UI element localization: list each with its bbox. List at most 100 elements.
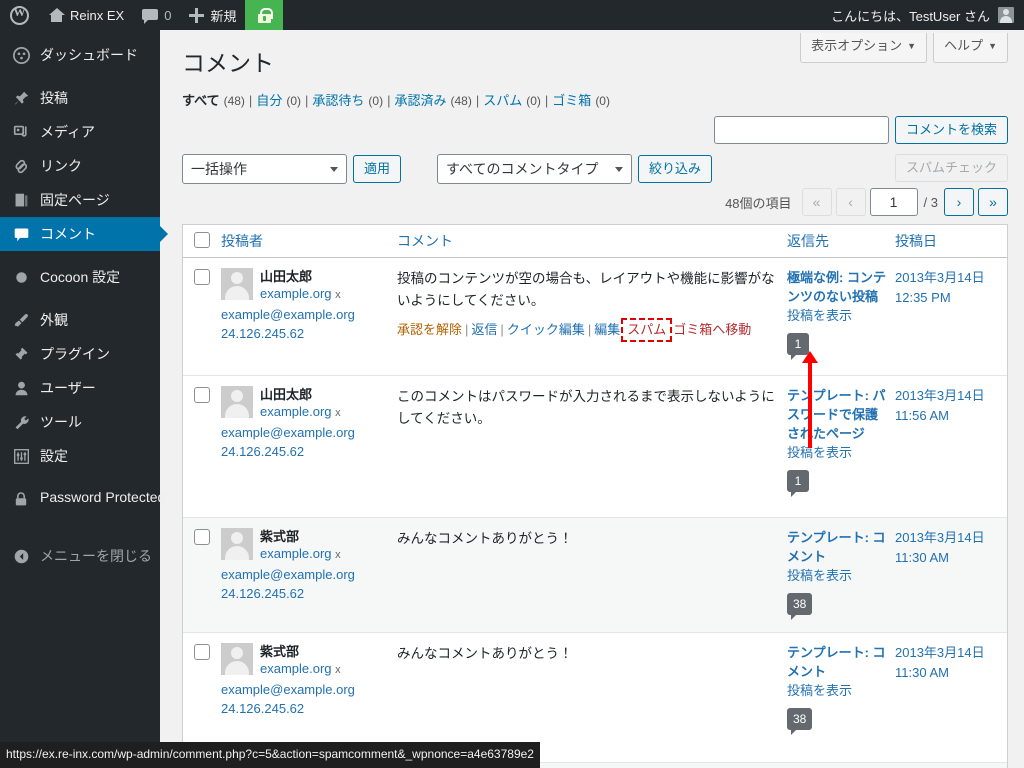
password-protected-status-button[interactable] [245,0,284,30]
apply-bulk-action-button[interactable]: 適用 [353,155,402,183]
date-day[interactable]: 2013年3月14日 [895,386,999,406]
reply-link[interactable]: 返信 [471,322,497,337]
bulk-action-select-wrap[interactable]: 一括操作 [182,154,347,184]
collapse-arrow-icon [11,546,31,566]
current-page-input[interactable] [869,188,918,216]
filter-item-all[interactable]: すべて (48) | [182,91,256,111]
row-checkbox[interactable] [194,269,210,285]
view-post-link[interactable]: 投稿を表示 [787,306,889,326]
author-email[interactable]: example@example.org [221,304,381,324]
filter-item-spam[interactable]: スパム (0) | [483,91,552,111]
sidebar-item-settings[interactable]: 設定 [0,439,160,473]
spam-link[interactable]: スパム [627,322,666,337]
sidebar-item-links[interactable]: リンク [0,149,160,183]
view-post-link[interactable]: 投稿を表示 [787,443,889,463]
filter-item-pending[interactable]: 承認待ち (0) | [312,91,394,111]
wordpress-logo-button[interactable] [0,0,39,30]
row-checkbox[interactable] [194,644,210,660]
row-select-cell[interactable] [183,376,221,517]
quick-edit-link[interactable]: クイック編集 [507,322,585,337]
sidebar-item-plugins[interactable]: プラグイン [0,337,160,371]
next-page-button[interactable]: › [944,188,974,216]
sidebar-item-comments[interactable]: コメント [0,217,168,251]
sidebar-item-tools[interactable]: ツール [0,405,160,439]
date-day[interactable]: 2013年3月14日 [895,528,999,548]
filter-link[interactable]: スパム [483,91,522,111]
author-email[interactable]: example@example.org [221,422,381,442]
filter-link[interactable]: 承認済み [394,91,446,111]
author-email[interactable]: example@example.org [221,679,381,699]
filter-item-mine[interactable]: 自分 (0) | [256,91,312,111]
row-select-cell[interactable] [183,518,221,632]
filter-item-approved[interactable]: 承認済み (48) | [394,91,483,111]
author-ip[interactable]: 24.126.245.62 [221,699,381,718]
reply-to-post-title[interactable]: テンプレート: パスワードで保護されたページ [787,386,889,443]
column-header-author[interactable]: 投稿者 [221,221,391,261]
filter-link[interactable]: ゴミ箱 [552,91,591,111]
sidebar-item-users[interactable]: ユーザー [0,371,160,405]
author-ip[interactable]: 24.126.245.62 [221,442,381,461]
filter-link[interactable]: 自分 [256,91,282,111]
comment-count-bubble[interactable]: 38 [787,708,813,735]
reply-to-post-title[interactable]: テンプレート: コメント [787,528,889,566]
filter-submit-button[interactable]: 絞り込み [638,155,713,183]
last-page-button[interactable]: » [978,188,1008,216]
author-site[interactable]: example.org x [260,545,341,564]
reply-to-post-title[interactable]: 極端な例: コンテンツのない投稿 [787,268,889,306]
new-content-button[interactable]: 新規 [180,0,245,30]
author-ip[interactable]: 24.126.245.62 [221,584,381,603]
reply-to-post-title[interactable]: テンプレート: コメント [787,643,889,681]
date-time[interactable]: 11:56 AM [895,406,999,426]
sidebar-item-posts[interactable]: 投稿 [0,81,160,115]
date-time[interactable]: 12:35 PM [895,288,999,308]
account-area[interactable]: こんにちは、TestUser さん [831,0,1024,30]
search-input[interactable] [713,116,889,144]
row-checkbox[interactable] [194,529,210,545]
date-time[interactable]: 11:30 AM [895,548,999,568]
row-checkbox[interactable] [194,387,210,403]
comment-count-bubble[interactable]: 1 [787,470,809,497]
filter-link[interactable]: 承認待ち [312,91,364,111]
sidebar-item-media[interactable]: メディア [0,115,160,149]
author-site[interactable]: example.org x [260,660,341,679]
view-post-link[interactable]: 投稿を表示 [787,566,889,586]
comment-type-select[interactable]: すべてのコメントタイプ [437,154,633,184]
date-day[interactable]: 2013年3月14日 [895,268,999,288]
row-select-cell[interactable] [183,258,221,375]
prev-page-button[interactable]: ‹ [835,188,866,216]
edit-link[interactable]: 編集 [594,322,620,337]
sidebar-item-password-protected[interactable]: Password Protected [0,482,165,530]
date-time[interactable]: 11:30 AM [895,663,999,683]
author-email[interactable]: example@example.org [221,564,381,584]
date-day[interactable]: 2013年3月14日 [895,643,999,663]
comments-count-button[interactable]: 0 [133,0,180,30]
author-site[interactable]: example.org x [260,403,341,422]
spam-check-button[interactable]: スパムチェック [894,154,1008,182]
comment-type-select-wrap[interactable]: すべてのコメントタイプ [437,154,633,184]
bulk-action-select[interactable]: 一括操作 [182,154,347,184]
first-page-button[interactable]: « [801,188,832,216]
chevron-down-icon: ▼ [907,41,917,51]
select-all-checkbox[interactable] [194,231,210,248]
help-button[interactable]: ヘルプ ▼ [933,33,1008,63]
screen-options-button[interactable]: 表示オプション ▼ [800,33,928,63]
sidebar-item-cocoon-settings[interactable]: Cocoon 設定 [0,260,160,294]
sidebar-item-appearance[interactable]: 外観 [0,303,160,337]
author-site[interactable]: example.org x [260,285,341,304]
filter-item-trash[interactable]: ゴミ箱 (0) [552,91,610,111]
column-header-reply-to[interactable]: 返信先 [787,221,895,261]
select-all-cell[interactable] [183,231,221,251]
author-ip[interactable]: 24.126.245.62 [221,324,381,343]
comment-count-bubble[interactable]: 38 [787,593,813,620]
sidebar-item-pages[interactable]: 固定ページ [0,183,160,217]
column-header-comment[interactable]: コメント [391,221,787,261]
unapprove-link[interactable]: 承認を解除 [397,322,462,337]
filter-link[interactable]: すべて [182,91,220,111]
column-header-date[interactable]: 投稿日 [895,221,1007,261]
site-name-button[interactable]: Reinx EX [39,0,133,30]
search-submit-button[interactable]: コメントを検索 [894,116,1008,144]
sidebar-item-collapse-menu[interactable]: メニューを閉じる [0,539,160,573]
sidebar-item-dashboard[interactable]: ダッシュボード [0,38,160,72]
view-post-link[interactable]: 投稿を表示 [787,681,889,701]
trash-link[interactable]: ゴミ箱へ移動 [673,322,751,337]
